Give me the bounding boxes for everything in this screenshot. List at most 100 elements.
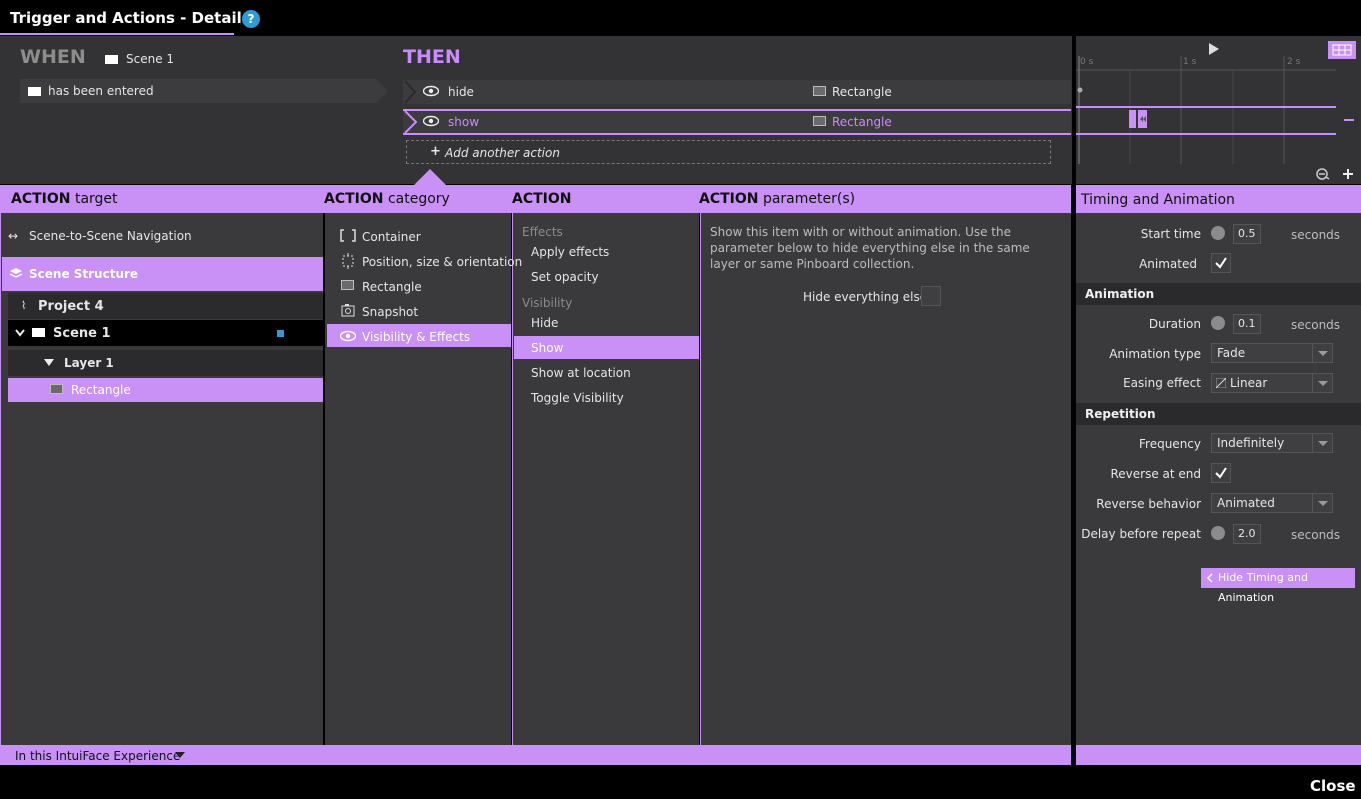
snapshot-icon xyxy=(341,304,355,317)
chevron-down-icon xyxy=(1312,374,1332,392)
target-nav[interactable]: Scene-to-Scene Navigation xyxy=(29,229,192,243)
category-visibility-label: Visibility & Effects xyxy=(362,330,471,344)
action-toggle-visibility[interactable]: Toggle Visibility xyxy=(531,391,624,405)
eye-icon xyxy=(340,330,356,342)
add-action-label: Add another action xyxy=(445,146,560,160)
effects-section-label: Effects xyxy=(522,225,563,239)
seconds-unit: seconds xyxy=(1291,318,1341,332)
chevron-down-icon xyxy=(1312,434,1332,452)
tree-rectangle[interactable]: Rectangle xyxy=(8,378,323,402)
hide-timing-button[interactable]: Hide Timing and Animation xyxy=(1201,568,1355,604)
hide-everything-label: Hide everything else xyxy=(803,290,928,304)
add-action-button[interactable]: + Add another action xyxy=(406,140,1051,164)
timeline-grid xyxy=(1076,56,1336,164)
rectangle-icon xyxy=(341,280,354,290)
reverse-behavior-select[interactable]: Animated xyxy=(1211,493,1333,513)
start-time-input[interactable]: 0.5 xyxy=(1233,224,1261,244)
duration-toggle[interactable] xyxy=(1211,316,1225,330)
timing-title: Timing and Animation xyxy=(1081,192,1235,208)
reverse-behavior-label: Reverse behavior xyxy=(1096,497,1201,511)
rectangle-icon xyxy=(813,86,826,96)
duration-label: Duration xyxy=(1148,317,1201,331)
action-target: Rectangle xyxy=(832,85,892,99)
project-icon: ⌇ xyxy=(21,299,27,312)
chevron-left-icon xyxy=(1206,573,1213,583)
help-icon[interactable]: ? xyxy=(242,10,260,28)
action-show-at-location[interactable]: Show at location xyxy=(531,366,631,380)
action-show[interactable]: Show xyxy=(514,336,699,359)
play-icon[interactable] xyxy=(1208,42,1220,56)
zoom-out-icon[interactable] xyxy=(1316,168,1330,180)
category-snapshot[interactable]: Snapshot xyxy=(362,305,418,319)
plus-icon: + xyxy=(430,144,441,159)
zoom-in-icon[interactable] xyxy=(1341,167,1355,181)
action-hide[interactable]: Hide xyxy=(531,316,558,330)
rectangle-icon xyxy=(813,116,826,126)
when-label: WHEN xyxy=(20,46,86,68)
title-underline xyxy=(0,33,234,35)
category-rectangle[interactable]: Rectangle xyxy=(362,280,422,294)
linear-curve-icon xyxy=(1216,378,1226,388)
animation-type-select[interactable]: Fade xyxy=(1211,343,1333,363)
scene-icon xyxy=(105,53,118,67)
animated-checkbox[interactable] xyxy=(1211,253,1231,273)
action-set-opacity[interactable]: Set opacity xyxy=(531,270,599,284)
chevron-down-icon xyxy=(1312,344,1332,362)
header-action-params: ACTION parameter(s) xyxy=(699,191,856,207)
action-target: Rectangle xyxy=(832,115,892,129)
pointer-arrow xyxy=(414,169,446,185)
seconds-unit: seconds xyxy=(1291,528,1341,542)
start-time-toggle[interactable] xyxy=(1211,226,1225,240)
tree-scene[interactable]: Scene 1 xyxy=(8,320,323,346)
eye-icon xyxy=(423,115,439,127)
action-verb: show xyxy=(448,115,480,129)
window-title: Trigger and Actions - Details xyxy=(10,9,251,27)
tick-label: 2 s xyxy=(1287,57,1301,67)
header-action: ACTION xyxy=(512,191,572,207)
action-show-label: Show xyxy=(531,341,564,355)
hide-everything-checkbox[interactable] xyxy=(921,286,941,306)
action-description: Show this item with or without animation… xyxy=(710,225,1030,271)
action-row-show[interactable]: show Rectangle xyxy=(403,109,1071,135)
chevron-down-icon xyxy=(1312,494,1332,512)
visibility-section-label: Visibility xyxy=(522,296,573,310)
category-container[interactable]: Container xyxy=(362,230,421,244)
navigation-icon: ↔ xyxy=(8,229,19,243)
position-icon xyxy=(342,253,354,269)
project-label: Project 4 xyxy=(38,299,104,314)
chevron-down-icon[interactable] xyxy=(15,329,25,337)
eye-icon xyxy=(423,85,439,97)
delay-toggle[interactable] xyxy=(1211,526,1225,540)
trigger-row[interactable]: has been entered xyxy=(20,79,388,103)
reverse-checkbox[interactable] xyxy=(1211,463,1231,483)
then-label: THEN xyxy=(403,46,461,68)
checkmark-icon xyxy=(1215,257,1227,269)
frequency-select[interactable]: Indefinitely xyxy=(1211,433,1333,453)
rectangle-label: Rectangle xyxy=(71,383,131,397)
category-position[interactable]: Position, size & orientation xyxy=(362,255,522,269)
category-visibility[interactable]: Visibility & Effects xyxy=(327,324,511,347)
status-indicator xyxy=(277,330,284,337)
tree-layer[interactable]: Layer 1 xyxy=(8,350,323,376)
target-scene-structure[interactable]: Scene Structure xyxy=(2,257,323,291)
when-scene[interactable]: Scene 1 xyxy=(126,52,174,66)
duration-input[interactable]: 0.1 xyxy=(1233,314,1261,334)
delay-input[interactable]: 2.0 xyxy=(1233,524,1261,544)
action-panel xyxy=(512,213,699,745)
frequency-label: Frequency xyxy=(1139,437,1201,451)
delay-label: Delay before repeat xyxy=(1081,527,1201,541)
easing-select[interactable]: Linear xyxy=(1211,373,1333,393)
minus-icon[interactable] xyxy=(1344,119,1354,121)
action-apply-effects[interactable]: Apply effects xyxy=(531,245,609,259)
scene-label: Scene 1 xyxy=(53,326,111,341)
structure-label: Scene Structure xyxy=(29,267,139,281)
chevron-right-icon xyxy=(404,80,417,104)
tree-project[interactable]: ⌇ Project 4 xyxy=(8,293,323,319)
action-row-hide[interactable]: hide Rectangle xyxy=(403,80,1071,104)
tick-label: 0 s xyxy=(1080,57,1094,67)
close-button[interactable]: Close xyxy=(1310,777,1356,795)
scene-icon xyxy=(32,328,45,337)
triangle-down-icon[interactable] xyxy=(175,752,185,759)
scope-select-label[interactable]: In this IntuiFace Experience xyxy=(15,749,180,763)
triangle-down-icon[interactable] xyxy=(44,359,54,367)
